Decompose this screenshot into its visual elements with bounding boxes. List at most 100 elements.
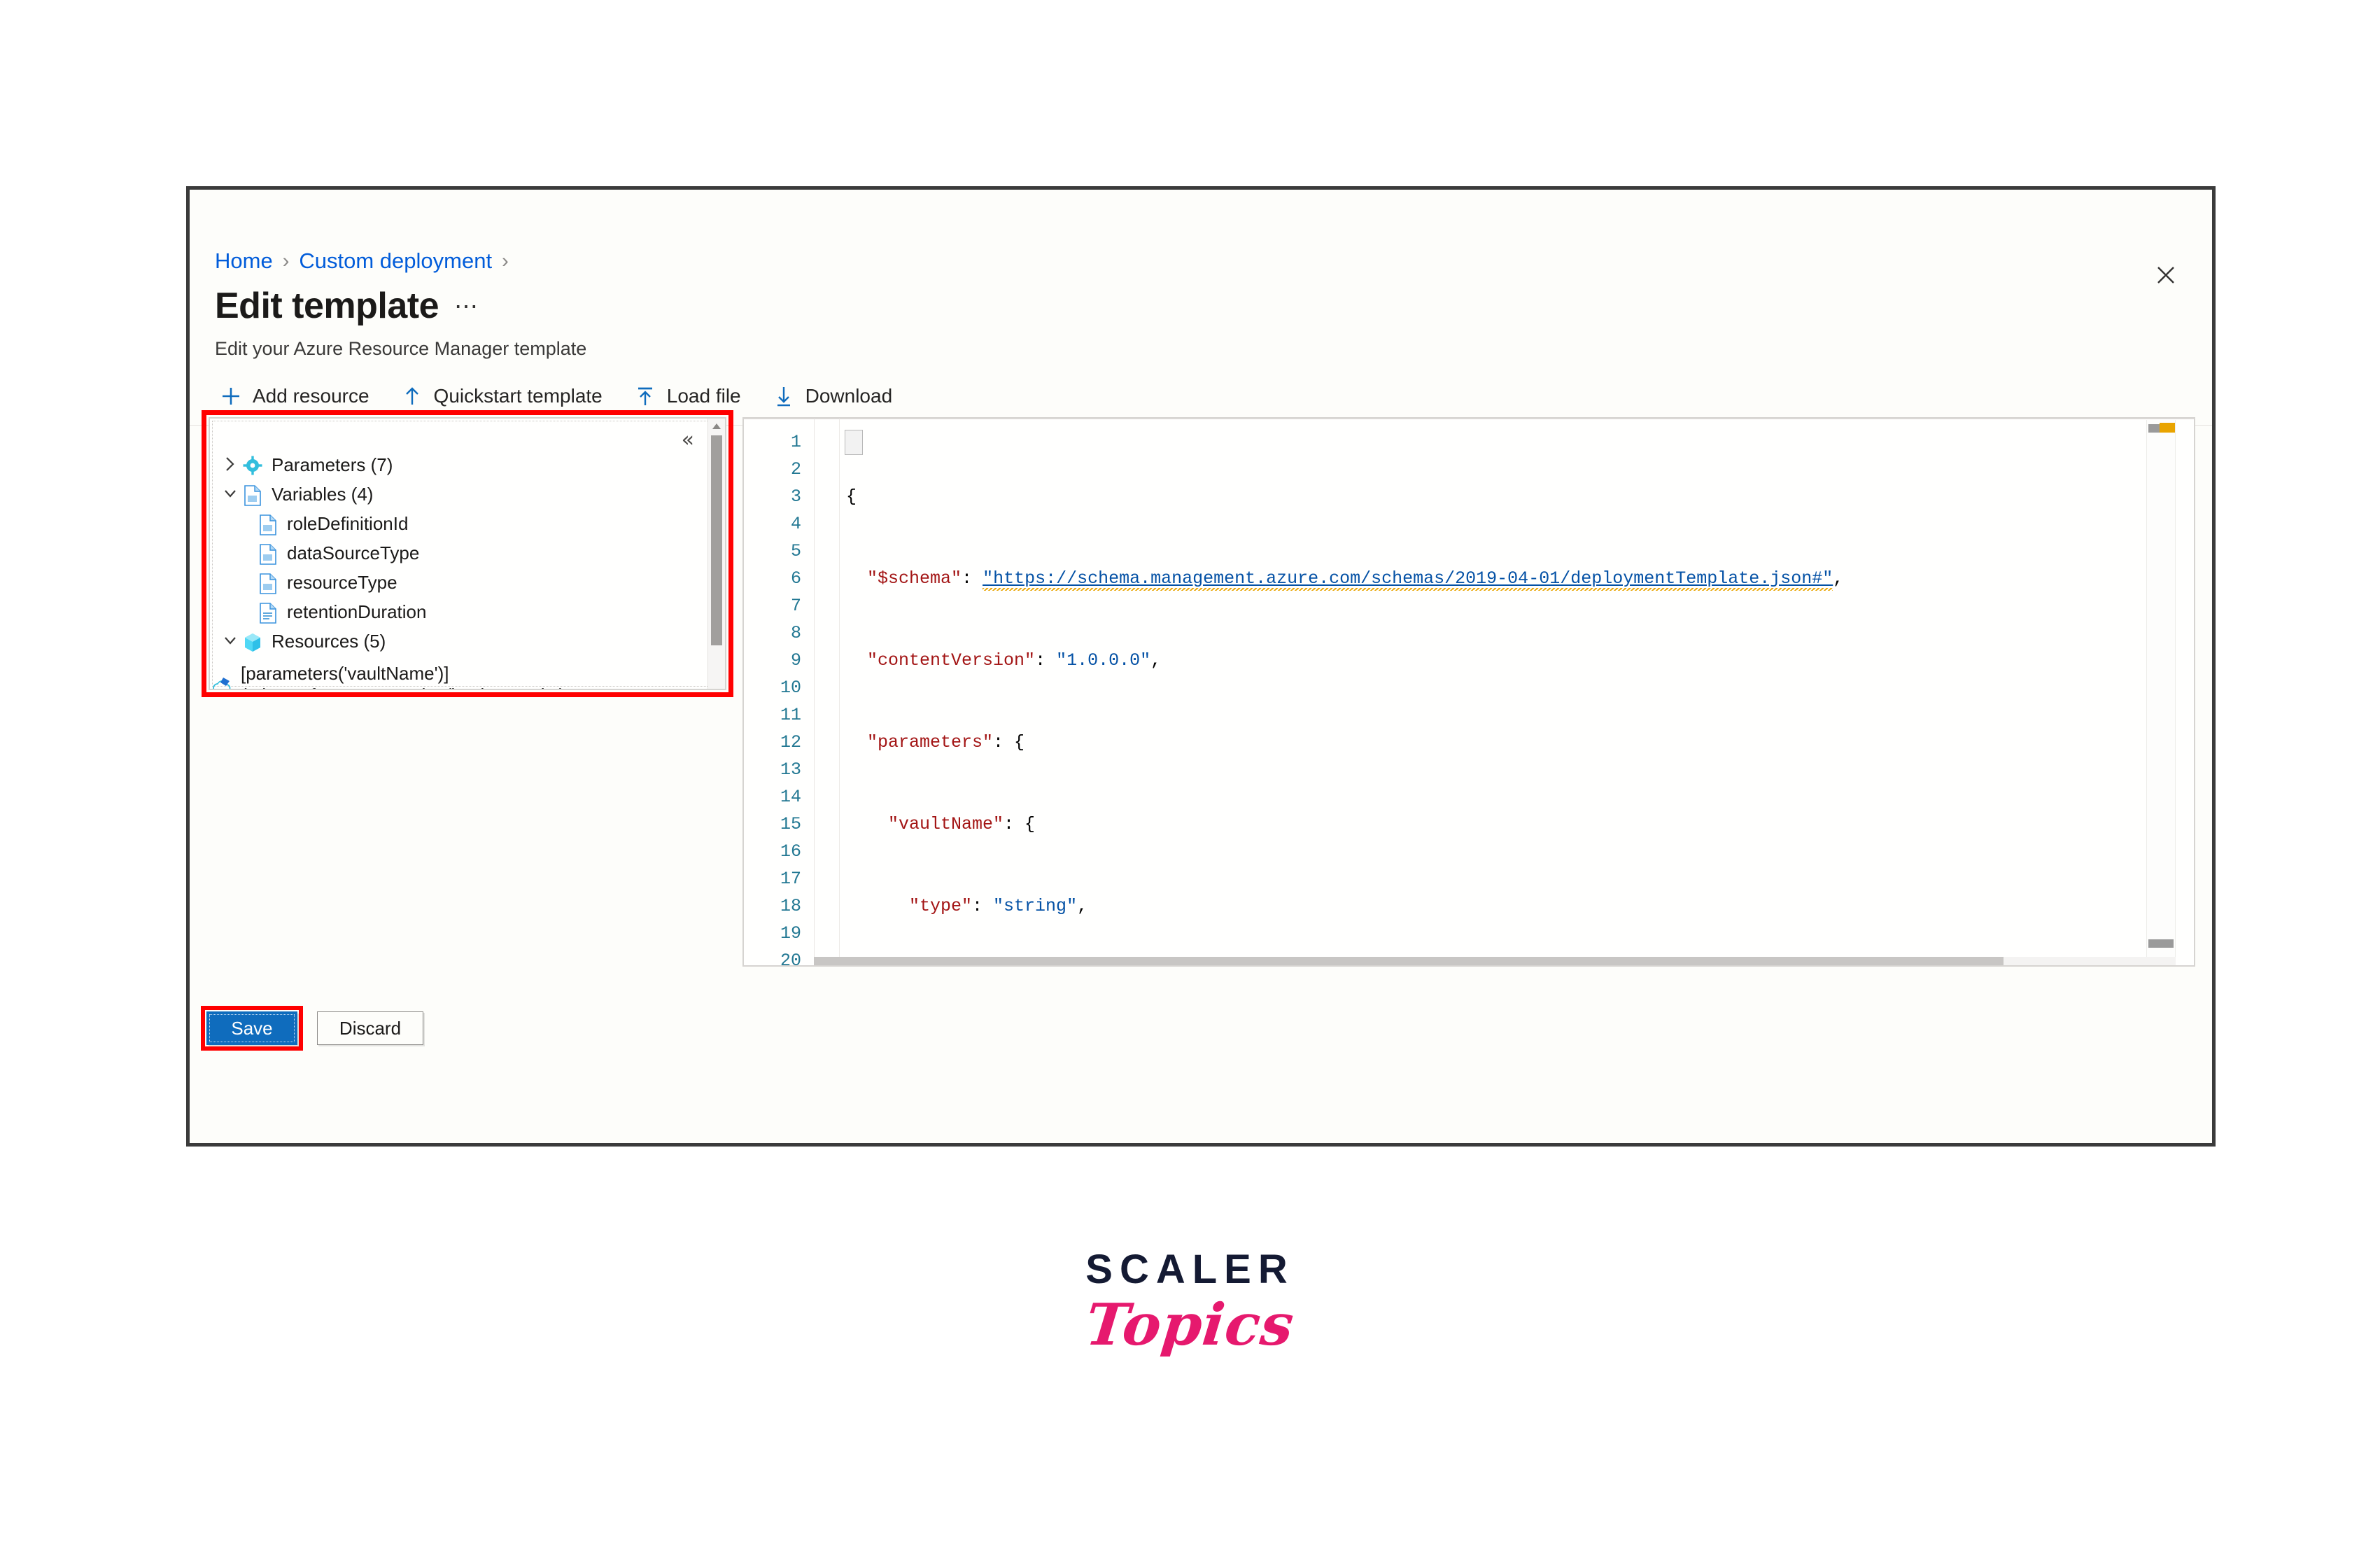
code-line-1: { xyxy=(846,486,857,507)
tree-body: Parameters (7) Variables (4) roleDefinit… xyxy=(210,451,707,689)
line-number: 13 xyxy=(780,759,801,780)
resource-name: [parameters('vaultName')] xyxy=(241,662,449,684)
cube-icon xyxy=(241,632,265,653)
template-tree-panel: « Parameters (7) Variables (4) roleDefin… xyxy=(209,417,726,690)
discard-button-label: Discard xyxy=(339,1017,402,1039)
save-button-focus-ring xyxy=(209,1014,295,1042)
tree-node-variables[interactable]: Variables (4) xyxy=(210,480,707,510)
line-number: 16 xyxy=(780,841,801,862)
editor-line-number-gutter: 1 2 3 4 5 6 7 8 9 10 11 12 13 14 15 16 1… xyxy=(744,428,812,967)
ruler-warning-marker xyxy=(2160,423,2175,433)
editor-overview-ruler[interactable] xyxy=(2146,420,2176,964)
code-line-6: "type": "string", xyxy=(909,896,1088,916)
tree-node-roledefinitionid[interactable]: roleDefinitionId xyxy=(210,510,707,539)
add-resource-button[interactable]: Add resource xyxy=(215,380,385,412)
tree-scrollbar[interactable] xyxy=(707,419,725,689)
scaler-topics-logo: SCALER Topics xyxy=(0,1246,2380,1359)
tree-node-label: Resources (5) xyxy=(272,630,386,652)
tree-node-retentionduration[interactable]: retentionDuration xyxy=(210,598,707,627)
template-code-editor[interactable]: 1 2 3 4 5 6 7 8 9 10 11 12 13 14 15 16 1… xyxy=(742,417,2195,967)
breadcrumb-separator-icon: › xyxy=(282,249,290,272)
title-row: Edit template ⋯ xyxy=(215,288,479,324)
tree-node-parameters[interactable]: Parameters (7) xyxy=(210,451,707,480)
gear-icon xyxy=(241,456,265,475)
code-line-4: "parameters": { xyxy=(867,732,1025,752)
line-number: 3 xyxy=(790,486,801,507)
line-number: 19 xyxy=(780,923,801,944)
upload-icon xyxy=(633,384,657,408)
breadcrumb-item-home[interactable]: Home xyxy=(215,248,273,274)
close-icon xyxy=(2157,267,2174,283)
line-number: 7 xyxy=(790,596,801,616)
line-number: 2 xyxy=(790,459,801,479)
line-number: 1 xyxy=(790,432,801,452)
edit-template-blade: Home › Custom deployment › Edit template… xyxy=(186,186,2216,1147)
download-button[interactable]: Download xyxy=(768,380,908,412)
code-line-3: "contentVersion": "1.0.0.0", xyxy=(867,650,1162,671)
breadcrumb: Home › Custom deployment › xyxy=(215,248,519,274)
tree-node-datasourcetype[interactable]: dataSourceType xyxy=(210,539,707,568)
save-button[interactable]: Save xyxy=(206,1011,297,1045)
line-number: 14 xyxy=(780,787,801,807)
tree-node-label: resourceType xyxy=(287,571,397,593)
command-bar: Add resource Quickstart template Load fi… xyxy=(215,370,919,422)
page-subtitle: Edit your Azure Resource Manager templat… xyxy=(215,338,587,359)
line-number: 20 xyxy=(780,951,801,967)
fold-divider xyxy=(839,419,840,965)
chevron-down-icon[interactable] xyxy=(220,632,241,649)
add-resource-label: Add resource xyxy=(253,385,369,407)
document-icon xyxy=(256,602,280,624)
chevron-down-icon[interactable] xyxy=(220,485,241,502)
line-number: 4 xyxy=(790,514,801,534)
resource-type: (Microsoft.DataProtection/backupVaults) xyxy=(241,685,565,689)
chevron-right-icon[interactable] xyxy=(220,456,241,472)
tree-node-label: roleDefinitionId xyxy=(287,512,409,534)
line-number: 5 xyxy=(790,541,801,561)
tree-node-resources[interactable]: Resources (5) xyxy=(210,627,707,657)
editor-code-area[interactable]: { "$schema": "https://schema.management.… xyxy=(846,428,2089,965)
arrow-up-icon xyxy=(400,384,424,408)
document-icon xyxy=(256,573,280,594)
editor-horizontal-scrollbar[interactable] xyxy=(814,957,2176,965)
line-number: 11 xyxy=(780,705,801,725)
plus-icon xyxy=(219,384,243,408)
line-number: 10 xyxy=(780,678,801,698)
download-label: Download xyxy=(805,385,893,407)
document-icon xyxy=(241,484,265,506)
scroll-up-icon[interactable] xyxy=(708,419,725,434)
tree-node-resourcetype[interactable]: resourceType xyxy=(210,568,707,598)
backup-vault-icon xyxy=(210,674,234,689)
tree-node-label: retentionDuration xyxy=(287,601,427,622)
tree-resource-backup-vault[interactable]: [parameters('vaultName')] (Microsoft.Dat… xyxy=(210,657,707,689)
line-number: 17 xyxy=(780,869,801,889)
logo-topics-text: Topics xyxy=(1083,1291,1297,1359)
tree-node-label: dataSourceType xyxy=(287,542,420,563)
discard-button[interactable]: Discard xyxy=(317,1011,423,1045)
line-number: 18 xyxy=(780,896,801,916)
load-file-button[interactable]: Load file xyxy=(629,380,756,412)
line-number: 12 xyxy=(780,732,801,752)
download-icon xyxy=(772,384,796,408)
code-line-5: "vaultName": { xyxy=(888,814,1036,834)
line-number: 15 xyxy=(780,814,801,834)
document-icon xyxy=(256,543,280,565)
collapse-panel-button[interactable]: « xyxy=(682,430,694,451)
line-number: 8 xyxy=(790,623,801,643)
quickstart-template-button[interactable]: Quickstart template xyxy=(396,380,618,412)
document-icon xyxy=(256,514,280,535)
breadcrumb-item-custom-deployment[interactable]: Custom deployment xyxy=(299,248,492,274)
ruler-mark xyxy=(2148,939,2174,948)
more-options-icon[interactable]: ⋯ xyxy=(454,295,479,324)
load-file-label: Load file xyxy=(666,385,741,407)
tree-node-label: Parameters (7) xyxy=(272,454,393,475)
tree-scrollbar-thumb[interactable] xyxy=(711,435,722,645)
close-button[interactable] xyxy=(2148,257,2184,293)
quickstart-template-label: Quickstart template xyxy=(433,385,603,407)
code-line-2: "$schema": "https://schema.management.az… xyxy=(846,565,2089,592)
editor-vertical-scrollbar[interactable] xyxy=(2177,420,2192,964)
line-number: 6 xyxy=(790,568,801,589)
line-number: 9 xyxy=(790,650,801,671)
breadcrumb-separator-icon: › xyxy=(502,249,509,272)
editor-hscrollbar-thumb[interactable] xyxy=(814,957,2004,965)
page-title: Edit template xyxy=(215,286,439,326)
